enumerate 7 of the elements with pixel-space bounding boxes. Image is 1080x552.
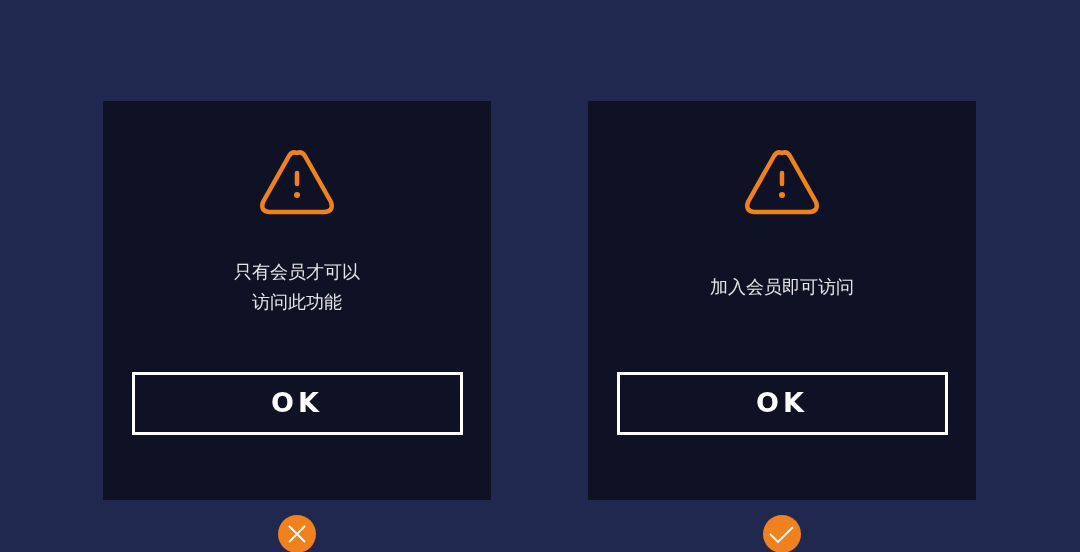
message-text: 加入会员即可访问 <box>710 275 854 299</box>
message-text: 只有会员才可以 <box>234 260 360 284</box>
message-text: 访问此功能 <box>252 290 342 314</box>
cross-mark-icon <box>278 515 316 552</box>
ok-button[interactable]: OK <box>616 372 948 435</box>
check-mark-icon <box>763 515 801 552</box>
ok-button[interactable]: OK <box>131 372 463 435</box>
